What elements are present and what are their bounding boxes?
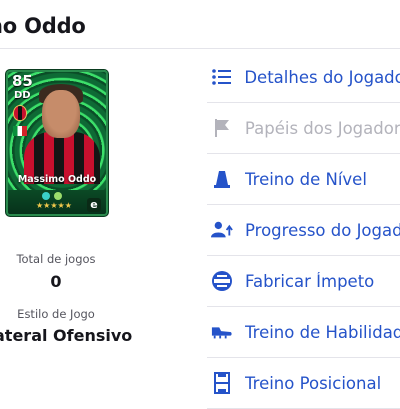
menu-item-level-training[interactable]: Treino de Nível [207,154,400,205]
menu-item-player-progress[interactable]: Progresso do Jogad [207,205,400,256]
boot-icon [211,321,233,343]
page-title: no Oddo [0,14,86,38]
user-progress-icon [211,219,233,241]
menu-item-label: Treino de Nível [245,169,367,189]
menu-item-label: Treino Posicional [245,373,382,393]
total-games-label: Total de jogos [16,252,96,266]
menu-item-player-details[interactable]: Detalhes do Jogado [207,52,400,103]
total-games-value: 0 [50,272,62,291]
pitch-icon [211,372,233,394]
header-divider [0,48,400,49]
player-card[interactable]: 85 DD Massimo Oddo ★★★★★ e [6,70,108,216]
menu-item-player-roles[interactable]: Papéis dos Jogador [207,103,400,154]
momentum-icon [211,270,233,292]
flag-icon [211,117,233,139]
list-icon [211,66,232,88]
menu-item-label: Treino de Habilidade [245,322,400,342]
menu-item-label: Detalhes do Jogado [244,67,400,87]
menu-item-label: Progresso do Jogad [245,220,400,240]
cone-icon [211,168,233,190]
menu-item-craft-momentum[interactable]: Fabricar Ímpeto [207,256,400,307]
menu-item-skill-training[interactable]: Treino de Habilidade [207,307,400,358]
menu-item-label: Fabricar Ímpeto [245,271,375,291]
menu-item-positional-training[interactable]: Treino Posicional [207,358,400,409]
play-style-value: ateral Ofensivo [0,326,133,345]
play-style-label: Estilo de Jogo [17,307,95,321]
card-frame [6,70,108,216]
menu-item-label: Papéis dos Jogador [244,118,400,138]
